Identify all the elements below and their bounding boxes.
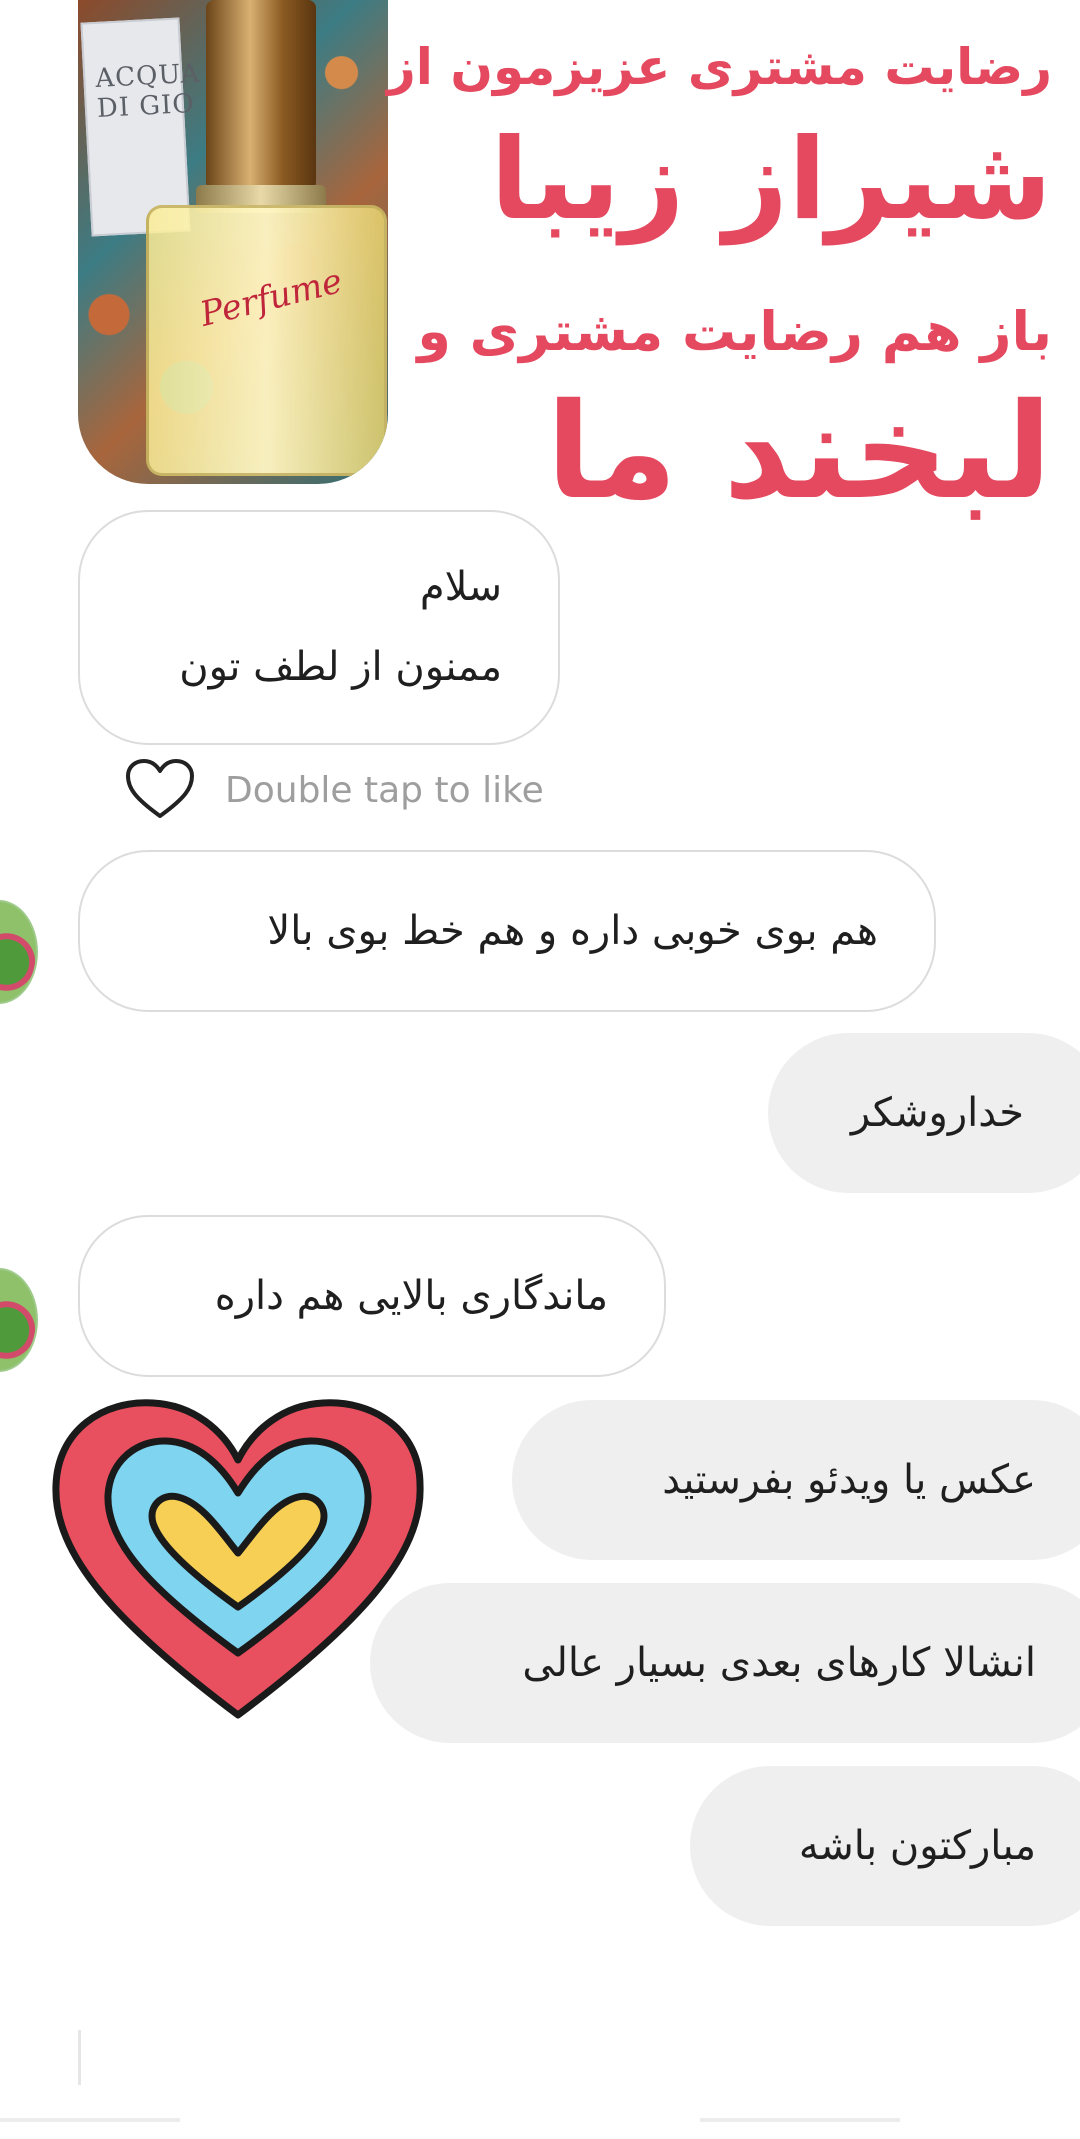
message-bubble-incoming[interactable]: هم بوی خوبی داره و هم خط بوی بالا [78, 850, 936, 1012]
message-text-line-2: ممنون از لطف تون [179, 644, 502, 690]
divider [700, 2118, 900, 2122]
divider [0, 2118, 180, 2122]
heart-outline-icon[interactable] [125, 758, 195, 820]
message-bubble-outgoing[interactable]: انشالا کارهای بعدی بسیار عالی [370, 1583, 1080, 1743]
message-text: ماندگاری بالایی هم داره [214, 1273, 608, 1319]
message-bubble-incoming[interactable]: ماندگاری بالایی هم داره [78, 1215, 666, 1377]
message-bubble-incoming[interactable]: سلام ممنون از لطف تون [78, 510, 560, 745]
bottle-label: Perfume [196, 261, 347, 335]
header-line-2: شیراز زیبا [490, 115, 1052, 245]
header-line-1: رضایت مشتری عزیزمون از [386, 38, 1052, 96]
avatar[interactable] [0, 1268, 38, 1372]
message-text: هم بوی خوبی داره و هم خط بوی بالا [267, 908, 878, 954]
box-label: ACQUA DI GIO [94, 58, 201, 124]
product-photo: ACQUA DI GIO Perfume [78, 0, 388, 484]
bottle-cap [206, 0, 316, 190]
like-hint-text: Double tap to like [225, 770, 544, 811]
perfume-bottle: Perfume [146, 205, 387, 476]
message-text: انشالا کارهای بعدی بسیار عالی [522, 1640, 1036, 1686]
message-bubble-outgoing[interactable]: مبارکتون باشه [690, 1766, 1080, 1926]
perfume-box: ACQUA DI GIO [80, 17, 201, 237]
message-text: مبارکتون باشه [798, 1823, 1036, 1869]
avatar[interactable] [0, 900, 38, 1004]
header-line-3: باز هم رضایت مشتری و [417, 300, 1052, 363]
header-line-4: لبخند ما [546, 375, 1052, 529]
message-text-line-1: سلام [419, 564, 502, 610]
message-text: عکس یا ویدئو بفرستید [662, 1457, 1036, 1503]
message-bubble-outgoing[interactable]: عکس یا ویدئو بفرستید [512, 1400, 1080, 1560]
message-text: خداروشکر [850, 1090, 1024, 1136]
divider [78, 2030, 81, 2085]
message-bubble-outgoing[interactable]: خداروشکر [768, 1033, 1080, 1193]
